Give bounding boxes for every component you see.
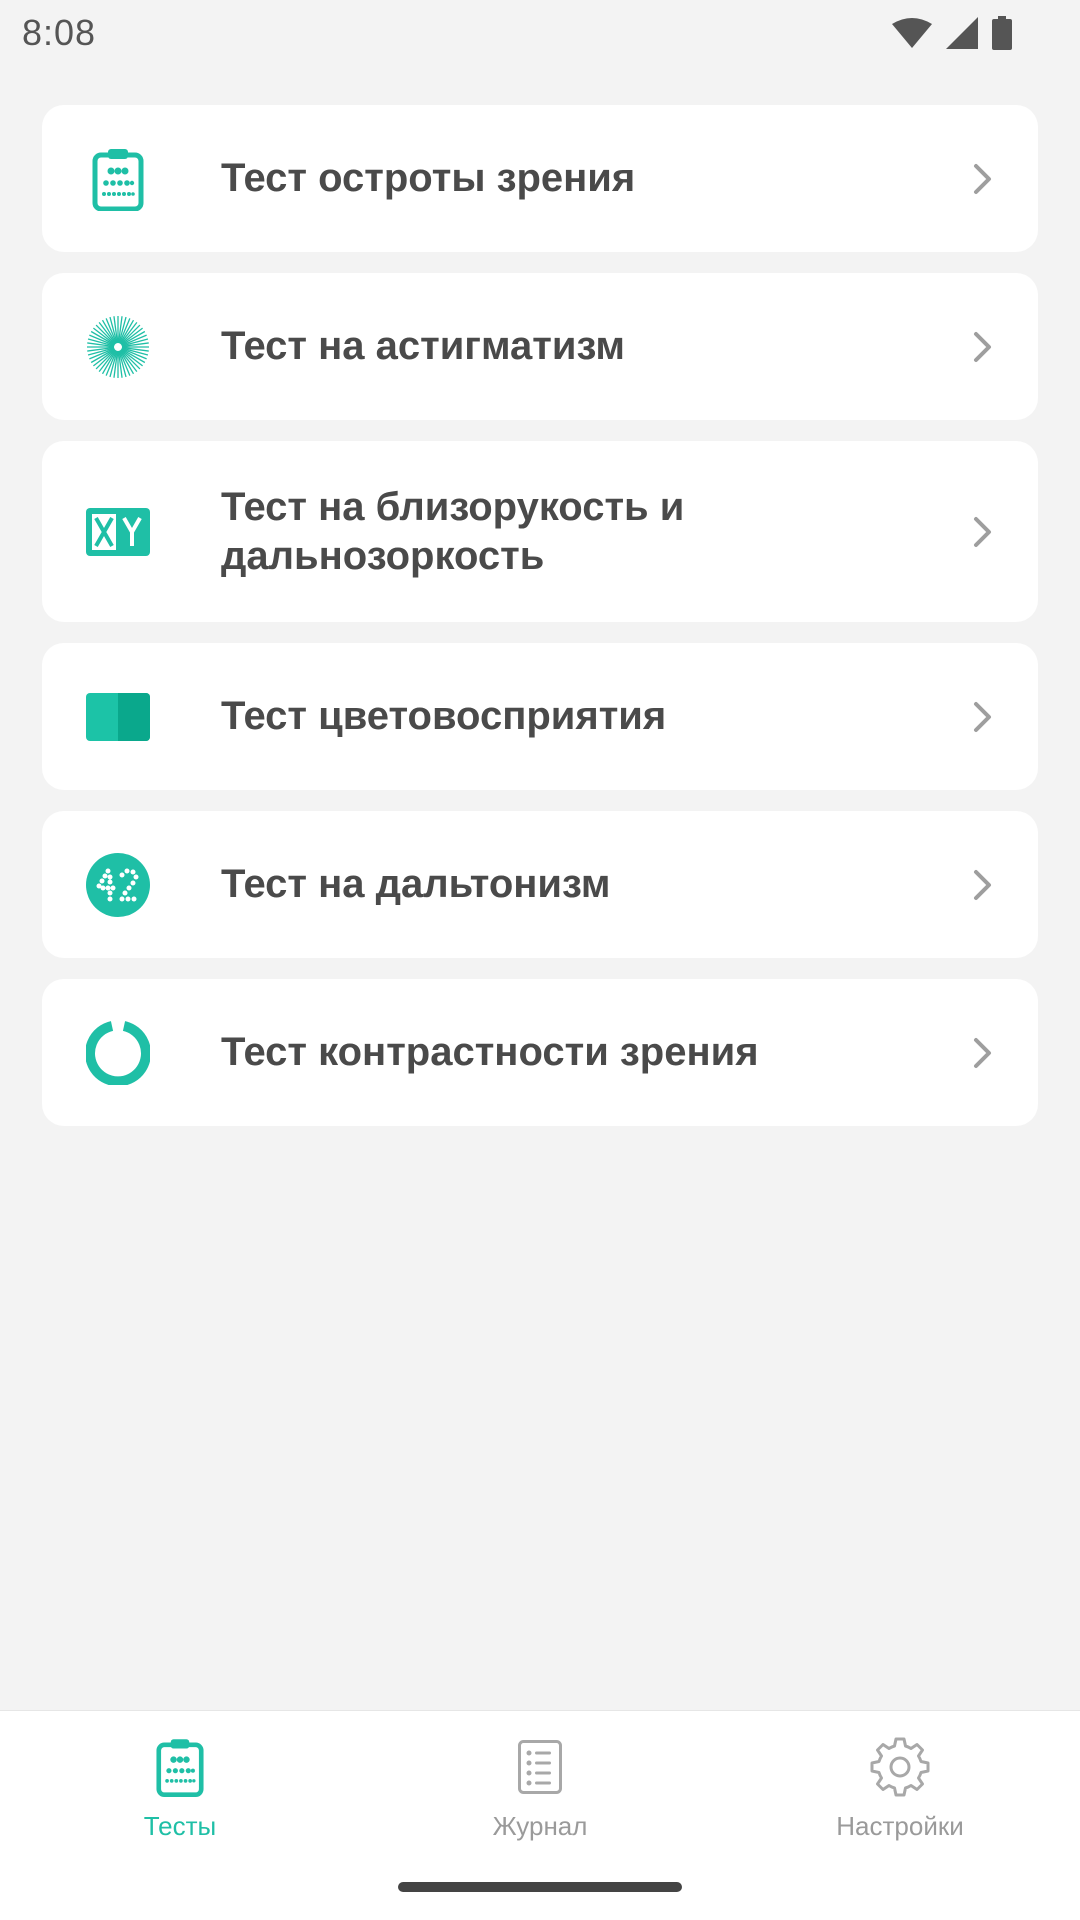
number-42-icon [82, 849, 154, 921]
gear-icon [868, 1735, 932, 1799]
eye-chart-icon [82, 143, 154, 215]
test-label: Тест на близорукость и дальнозоркость [221, 484, 685, 578]
signal-icon [946, 17, 978, 49]
nav-label-tests: Тесты [143, 1811, 217, 1841]
chevron-right-icon [968, 1033, 998, 1073]
test-label: Тест контрастности зрения [221, 1030, 759, 1074]
home-indicator[interactable] [398, 1882, 682, 1892]
status-time: 8:08 [22, 12, 97, 53]
test-card-myopia-hyperopia[interactable]: Тест на близорукость и дальнозоркость [42, 441, 1038, 622]
xy-icon [82, 496, 154, 568]
test-label: Тест остроты зрения [221, 156, 636, 200]
journal-icon [508, 1735, 572, 1799]
battery-icon [992, 16, 1012, 50]
tests-icon [148, 1735, 212, 1799]
chevron-right-icon [968, 512, 998, 552]
chevron-right-icon [968, 697, 998, 737]
test-card-astigmatism[interactable]: Тест на астигматизм [42, 273, 1038, 420]
test-card-visual-acuity[interactable]: Тест остроты зрения [42, 105, 1038, 252]
test-card-contrast[interactable]: Тест контрастности зрения [42, 979, 1038, 1126]
test-label: Тест на дальтонизм [221, 862, 611, 906]
test-list: Тест остроты зрения Тест на астигматизм … [42, 105, 1038, 1126]
ring-icon [82, 1017, 154, 1089]
color-square-icon [82, 681, 154, 753]
chevron-right-icon [968, 159, 998, 199]
nav-settings[interactable]: Настройки [720, 1711, 1080, 1920]
status-bar: 8:08 [0, 0, 1080, 66]
test-card-color-blindness[interactable]: Тест на дальтонизм [42, 811, 1038, 958]
chevron-right-icon [968, 327, 998, 367]
test-label: Тест на астигматизм [221, 324, 625, 368]
status-icons [892, 16, 1012, 50]
chevron-right-icon [968, 865, 998, 905]
nav-tests[interactable]: Тесты [0, 1711, 360, 1920]
test-card-color-perception[interactable]: Тест цветовосприятия [42, 643, 1038, 790]
test-label: Тест цветовосприятия [221, 694, 667, 738]
nav-label-settings: Настройки [836, 1811, 964, 1841]
wifi-icon [892, 18, 932, 48]
nav-label-journal: Журнал [492, 1811, 588, 1841]
starburst-icon [82, 311, 154, 383]
